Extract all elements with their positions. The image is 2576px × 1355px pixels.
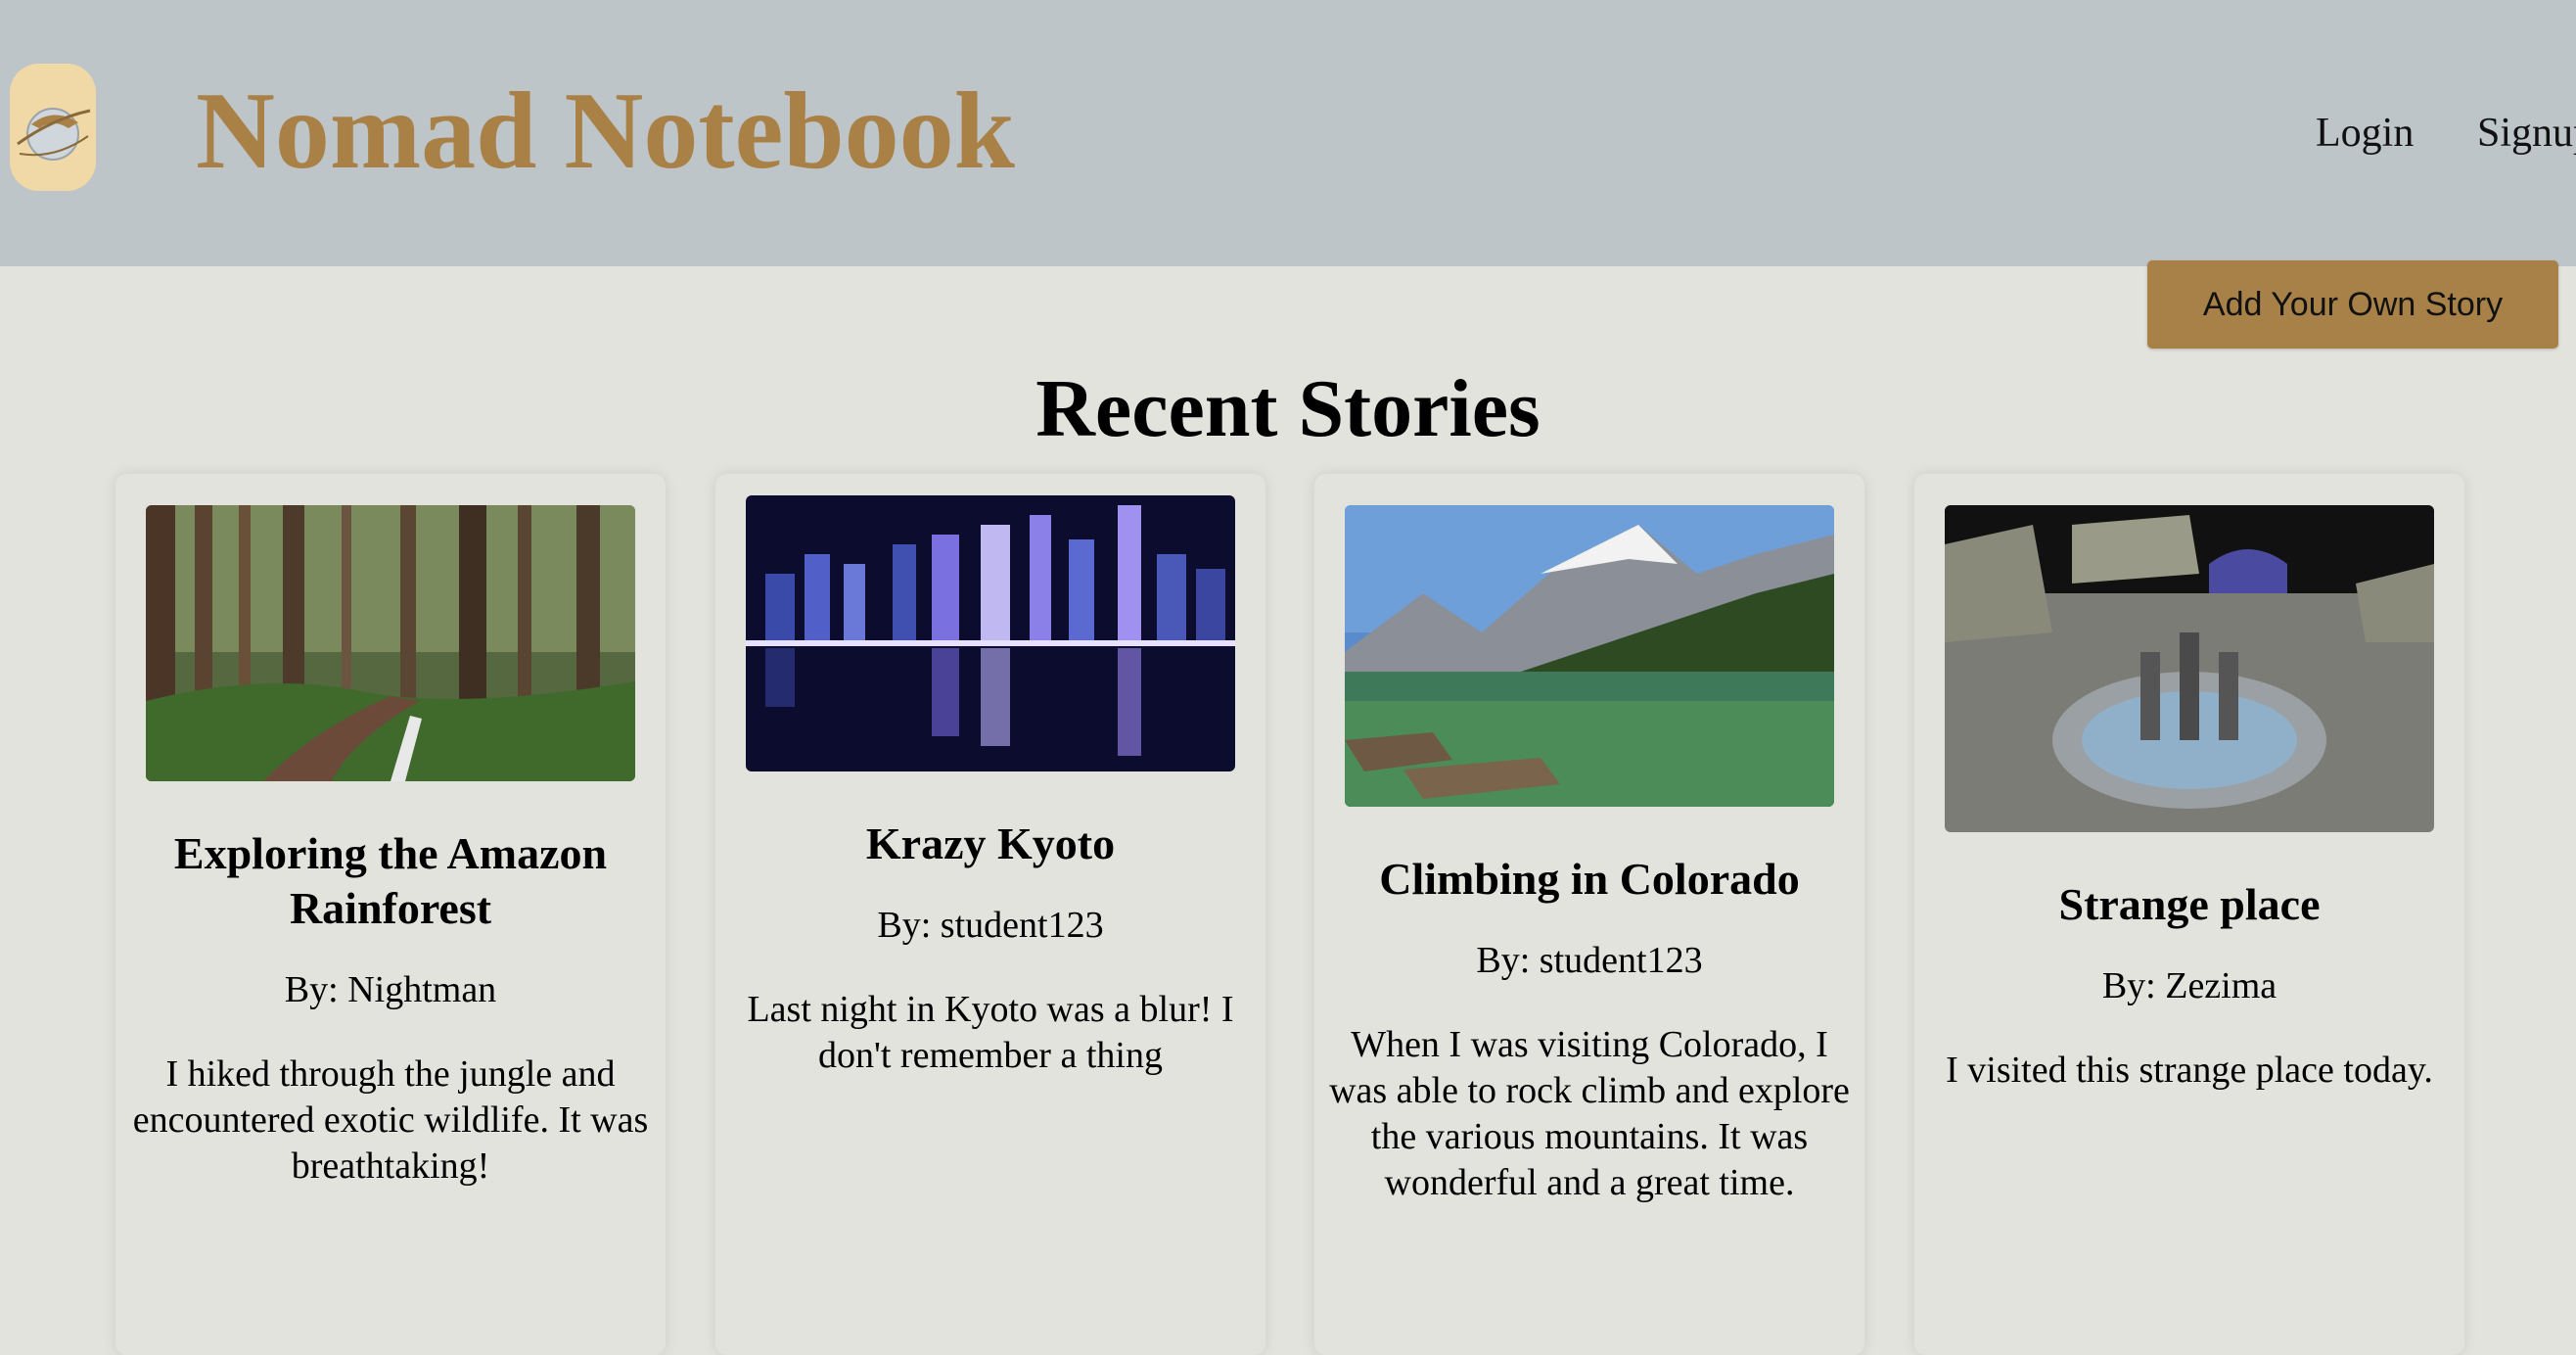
story-title[interactable]: Climbing in Colorado	[1330, 852, 1849, 907]
story-card[interactable]: Strange place By: Zezima I visited this …	[1914, 474, 2464, 1355]
nav-login-link[interactable]: Login	[2316, 106, 2414, 161]
story-excerpt: When I was visiting Colorado, I was able…	[1329, 1024, 1850, 1203]
globe-logo-icon	[10, 64, 96, 191]
nav-signup-link[interactable]: Signup	[2477, 106, 2576, 161]
story-card[interactable]: Krazy Kyoto By: student123 Last night in…	[715, 474, 1265, 1355]
story-author: By: student123	[1476, 940, 1703, 981]
story-image	[1945, 505, 2434, 832]
story-card[interactable]: Exploring the Amazon Rainforest By: Nigh…	[115, 474, 666, 1355]
story-title[interactable]: Exploring the Amazon Rainforest	[131, 826, 650, 936]
story-author: By: Zezima	[2101, 965, 2277, 1006]
story-excerpt: I hiked through the jungle and encounter…	[132, 1053, 649, 1187]
site-header: Nomad Notebook Login Signup	[0, 0, 2576, 266]
site-title[interactable]: Nomad Notebook	[196, 67, 1015, 196]
story-excerpt: I visited this strange place today.	[1946, 1050, 2433, 1091]
section-title: Recent Stories	[1035, 363, 1541, 454]
story-image	[146, 505, 635, 781]
story-excerpt: Last night in Kyoto was a blur! I don't …	[747, 989, 1234, 1076]
story-author: By: Nightman	[284, 969, 497, 1010]
story-author: By: student123	[877, 905, 1104, 946]
story-title[interactable]: Krazy Kyoto	[731, 817, 1250, 871]
story-image	[1345, 505, 1834, 807]
story-card[interactable]: Climbing in Colorado By: student123 When…	[1314, 474, 1864, 1355]
story-title[interactable]: Strange place	[1930, 877, 2449, 932]
add-story-button[interactable]: Add Your Own Story	[2147, 260, 2558, 349]
story-image	[746, 495, 1235, 771]
logo[interactable]	[10, 64, 96, 191]
